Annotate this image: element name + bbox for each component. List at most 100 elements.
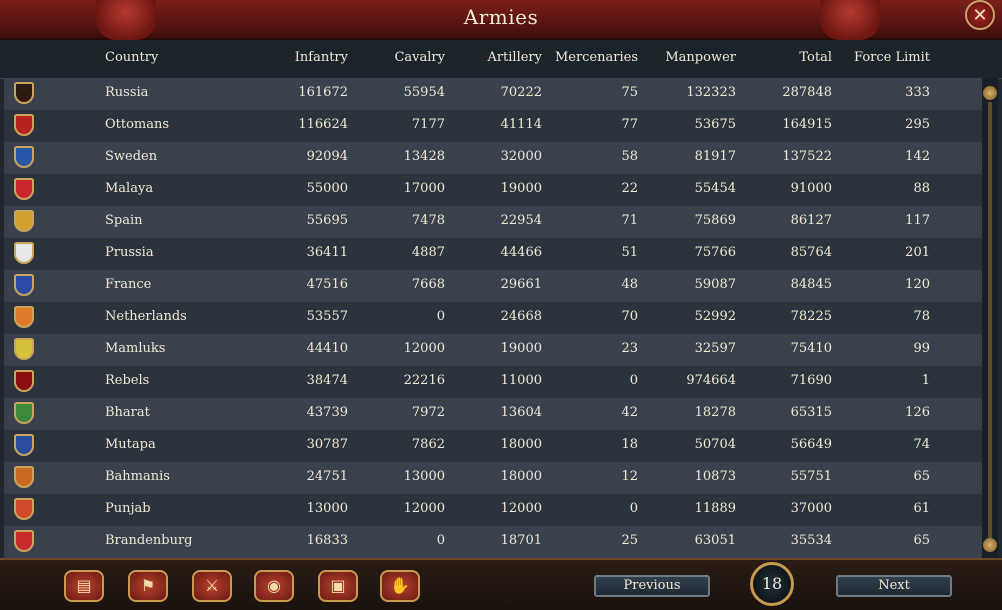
force-limit-value: 117 xyxy=(905,213,930,228)
total-value: 84845 xyxy=(790,277,832,292)
manpower-value: 55454 xyxy=(694,181,736,196)
cavalry-value: 17000 xyxy=(403,181,445,196)
force-limit-value: 142 xyxy=(905,149,930,164)
mercenaries-value: 58 xyxy=(621,149,638,164)
country-flag-icon xyxy=(14,274,34,296)
force-limit-value: 65 xyxy=(913,469,930,484)
table-row[interactable]: Prussia 36411 4887 44466 51 75766 85764 201 xyxy=(4,238,982,270)
artillery-value: 18000 xyxy=(500,469,542,484)
table-row[interactable]: Russia 161672 55954 70222 75 132323 287848 333 xyxy=(4,78,982,110)
table-row[interactable]: Rebels 38474 22216 11000 0 974664 71690 1 xyxy=(4,366,982,398)
scrollbar[interactable] xyxy=(982,78,998,558)
total-value: 65315 xyxy=(790,405,832,420)
country-name: Prussia xyxy=(105,245,154,260)
cavalry-value: 4887 xyxy=(411,245,445,260)
scroll-down-button[interactable] xyxy=(983,538,997,552)
cavalry-value: 55954 xyxy=(403,85,445,100)
scroll-track[interactable] xyxy=(988,102,992,542)
country-flag-icon xyxy=(14,114,34,136)
country-name: Ottomans xyxy=(105,117,170,132)
infantry-value: 38474 xyxy=(306,373,348,388)
header-total[interactable]: Total xyxy=(752,50,832,65)
previous-button[interactable]: Previous xyxy=(594,575,710,597)
country-flag-icon xyxy=(14,434,34,456)
infantry-value: 55000 xyxy=(306,181,348,196)
total-value: 91000 xyxy=(790,181,832,196)
country-flag-icon xyxy=(14,530,34,552)
table-row[interactable]: Punjab 13000 12000 12000 0 11889 37000 61 xyxy=(4,494,982,526)
coins-icon: ◉ xyxy=(267,576,281,595)
total-value: 75410 xyxy=(790,341,832,356)
header-country[interactable]: Country xyxy=(105,50,158,65)
country-name: Bharat xyxy=(105,405,150,420)
flag-icon: ⚑ xyxy=(140,576,156,595)
total-value: 37000 xyxy=(790,501,832,516)
table-row[interactable]: Mamluks 44410 12000 19000 23 32597 75410 99 xyxy=(4,334,982,366)
table-row[interactable]: Brandenburg 16833 0 18701 25 63051 35534 65 xyxy=(4,526,982,558)
header-manpower[interactable]: Manpower xyxy=(656,50,736,65)
artillery-value: 32000 xyxy=(500,149,542,164)
table-row[interactable]: Sweden 92094 13428 32000 58 81917 137522 142 xyxy=(4,142,982,174)
handshake-button[interactable]: ✋ xyxy=(380,570,420,602)
table-row[interactable]: Bahmanis 24751 13000 18000 12 10873 55751 65 xyxy=(4,462,982,494)
total-value: 35534 xyxy=(790,533,832,548)
cavalry-value: 12000 xyxy=(403,341,445,356)
mercenaries-value: 75 xyxy=(621,85,638,100)
artillery-value: 70222 xyxy=(500,85,542,100)
flag-button[interactable]: ⚑ xyxy=(128,570,168,602)
country-flag-icon xyxy=(14,306,34,328)
trade-goods-icon: ▣ xyxy=(330,576,346,595)
table-row[interactable]: Mutapa 30787 7862 18000 18 50704 56649 74 xyxy=(4,430,982,462)
force-limit-value: 126 xyxy=(905,405,930,420)
table-header: Country Infantry Cavalry Artillery Merce… xyxy=(0,40,1002,79)
total-value: 287848 xyxy=(782,85,832,100)
force-limit-value: 61 xyxy=(913,501,930,516)
cavalry-value: 13428 xyxy=(403,149,445,164)
country-name: Russia xyxy=(105,85,149,100)
armies-table: Russia 161672 55954 70222 75 132323 287848 333 O… xyxy=(4,78,982,558)
artillery-value: 13604 xyxy=(500,405,542,420)
force-limit-value: 1 xyxy=(921,373,930,388)
country-name: Punjab xyxy=(105,501,151,516)
country-flag-icon xyxy=(14,370,34,392)
ledger-button[interactable]: ▤ xyxy=(64,570,104,602)
cavalry-value: 7668 xyxy=(411,277,445,292)
total-value: 55751 xyxy=(790,469,832,484)
manpower-value: 132323 xyxy=(686,85,736,100)
total-value: 85764 xyxy=(790,245,832,260)
header-artillery[interactable]: Artillery xyxy=(462,50,542,65)
table-row[interactable]: Bharat 43739 7972 13604 42 18278 65315 126 xyxy=(4,398,982,430)
force-limit-value: 65 xyxy=(913,533,930,548)
header-force-limit[interactable]: Force Limit xyxy=(840,50,930,65)
country-flag-icon xyxy=(14,146,34,168)
header-cavalry[interactable]: Cavalry xyxy=(365,50,445,65)
cavalry-value: 0 xyxy=(436,309,445,324)
country-flag-icon xyxy=(14,402,34,424)
next-button[interactable]: Next xyxy=(836,575,952,597)
coins-button[interactable]: ◉ xyxy=(254,570,294,602)
country-flag-icon xyxy=(14,466,34,488)
table-row[interactable]: Ottomans 116624 7177 41114 77 53675 164915 295 xyxy=(4,110,982,142)
force-limit-value: 295 xyxy=(905,117,930,132)
artillery-value: 11000 xyxy=(500,373,542,388)
close-button[interactable]: ✕ xyxy=(965,0,995,30)
country-flag-icon xyxy=(14,178,34,200)
window-title: Armies xyxy=(463,5,539,29)
trade-goods-button[interactable]: ▣ xyxy=(318,570,358,602)
header-mercenaries[interactable]: Mercenaries xyxy=(548,50,638,65)
country-name: France xyxy=(105,277,152,292)
cavalry-value: 7972 xyxy=(411,405,445,420)
manpower-value: 10873 xyxy=(694,469,736,484)
cavalry-value: 7862 xyxy=(411,437,445,452)
table-row[interactable]: Malaya 55000 17000 19000 22 55454 91000 88 xyxy=(4,174,982,206)
artillery-value: 19000 xyxy=(500,341,542,356)
artillery-value: 12000 xyxy=(500,501,542,516)
table-row[interactable]: Netherlands 53557 0 24668 70 52992 78225 78 xyxy=(4,302,982,334)
infantry-value: 161672 xyxy=(298,85,348,100)
crossed-swords-button[interactable]: ⚔ xyxy=(192,570,232,602)
scroll-up-button[interactable] xyxy=(983,86,997,100)
force-limit-value: 99 xyxy=(913,341,930,356)
table-row[interactable]: Spain 55695 7478 22954 71 75869 86127 117 xyxy=(4,206,982,238)
header-infantry[interactable]: Infantry xyxy=(268,50,348,65)
table-row[interactable]: France 47516 7668 29661 48 59087 84845 120 xyxy=(4,270,982,302)
